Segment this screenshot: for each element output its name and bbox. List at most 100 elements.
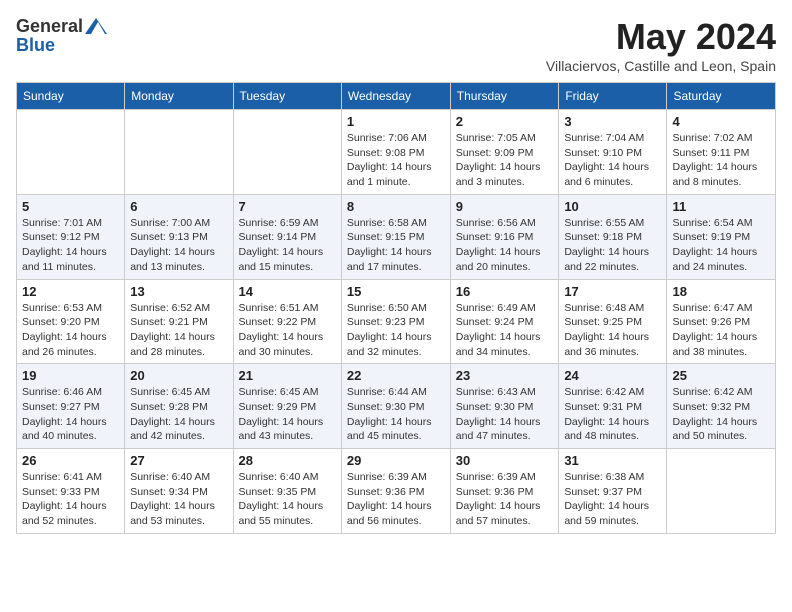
day-number: 19 [22, 368, 119, 383]
weekday-header: Thursday [450, 83, 559, 110]
day-info: Sunrise: 6:40 AMSunset: 9:34 PMDaylight:… [130, 470, 227, 529]
calendar-cell [17, 110, 125, 195]
day-info: Sunrise: 6:51 AMSunset: 9:22 PMDaylight:… [239, 301, 336, 360]
day-number: 31 [564, 453, 661, 468]
day-number: 15 [347, 284, 445, 299]
calendar-cell: 1 Sunrise: 7:06 AMSunset: 9:08 PMDaylight… [341, 110, 450, 195]
calendar-week-row: 5Sunrise: 7:01 AMSunset: 9:12 PMDaylight… [17, 194, 776, 279]
calendar-week-row: 26Sunrise: 6:41 AMSunset: 9:33 PMDayligh… [17, 449, 776, 534]
calendar-cell: 23 Sunrise: 6:43 AMSunset: 9:30 PMDayligh… [450, 364, 559, 449]
calendar-cell: 21 Sunrise: 6:45 AMSunset: 9:29 PMDayligh… [233, 364, 341, 449]
day-info: Sunrise: 6:41 AMSunset: 9:33 PMDaylight:… [22, 470, 119, 529]
day-info: Sunrise: 6:39 AMSunset: 9:36 PMDaylight:… [347, 470, 445, 529]
calendar-cell: 24Sunrise: 6:42 AMSunset: 9:31 PMDayligh… [559, 364, 667, 449]
day-info: Sunrise: 6:48 AMSunset: 9:25 PMDaylight:… [564, 301, 661, 360]
day-info: Sunrise: 6:43 AMSunset: 9:30 PMDaylight:… [456, 385, 554, 444]
weekday-header: Saturday [667, 83, 776, 110]
day-info: Sunrise: 6:56 AMSunset: 9:16 PMDaylight:… [456, 216, 554, 275]
day-number: 4 [672, 114, 770, 129]
day-info: Sunrise: 7:00 AMSunset: 9:13 PMDaylight:… [130, 216, 227, 275]
calendar-cell: 8Sunrise: 6:58 AMSunset: 9:15 PMDaylight… [341, 194, 450, 279]
day-number: 16 [456, 284, 554, 299]
calendar-cell: 7 Sunrise: 6:59 AMSunset: 9:14 PMDaylight… [233, 194, 341, 279]
logo-general-text: General [16, 16, 83, 37]
day-info: Sunrise: 6:42 AMSunset: 9:32 PMDaylight:… [672, 385, 770, 444]
day-number: 11 [672, 199, 770, 214]
calendar-cell: 20Sunrise: 6:45 AMSunset: 9:28 PMDayligh… [125, 364, 233, 449]
calendar-cell [125, 110, 233, 195]
logo: General Blue [16, 16, 107, 56]
day-info: Sunrise: 7:02 AMSunset: 9:11 PMDaylight:… [672, 131, 770, 190]
day-info: Sunrise: 6:45 AMSunset: 9:29 PMDaylight:… [239, 385, 336, 444]
title-block: May 2024 Villaciervos, Castille and Leon… [546, 16, 776, 74]
calendar-cell: 30Sunrise: 6:39 AMSunset: 9:36 PMDayligh… [450, 449, 559, 534]
calendar-cell: 14 Sunrise: 6:51 AMSunset: 9:22 PMDayligh… [233, 279, 341, 364]
day-number: 20 [130, 368, 227, 383]
day-info: Sunrise: 7:06 AMSunset: 9:08 PMDaylight:… [347, 131, 445, 190]
day-info: Sunrise: 6:50 AMSunset: 9:23 PMDaylight:… [347, 301, 445, 360]
day-info: Sunrise: 6:46 AMSunset: 9:27 PMDaylight:… [22, 385, 119, 444]
day-number: 29 [347, 453, 445, 468]
calendar-cell: 10 Sunrise: 6:55 AMSunset: 9:18 PMDayligh… [559, 194, 667, 279]
location-text: Villaciervos, Castille and Leon, Spain [546, 58, 776, 74]
calendar-cell: 12Sunrise: 6:53 AMSunset: 9:20 PMDayligh… [17, 279, 125, 364]
day-number: 6 [130, 199, 227, 214]
day-number: 9 [456, 199, 554, 214]
day-number: 18 [672, 284, 770, 299]
calendar-cell: 5Sunrise: 7:01 AMSunset: 9:12 PMDaylight… [17, 194, 125, 279]
calendar-cell: 2 Sunrise: 7:05 AMSunset: 9:09 PMDaylight… [450, 110, 559, 195]
weekday-header-row: SundayMondayTuesdayWednesdayThursdayFrid… [17, 83, 776, 110]
day-number: 10 [564, 199, 661, 214]
calendar-cell: 31Sunrise: 6:38 AMSunset: 9:37 PMDayligh… [559, 449, 667, 534]
calendar-week-row: 1 Sunrise: 7:06 AMSunset: 9:08 PMDaylight… [17, 110, 776, 195]
calendar-cell: 22 Sunrise: 6:44 AMSunset: 9:30 PMDayligh… [341, 364, 450, 449]
day-info: Sunrise: 6:55 AMSunset: 9:18 PMDaylight:… [564, 216, 661, 275]
calendar-cell: 11 Sunrise: 6:54 AMSunset: 9:19 PMDayligh… [667, 194, 776, 279]
calendar-cell: 25Sunrise: 6:42 AMSunset: 9:32 PMDayligh… [667, 364, 776, 449]
day-number: 30 [456, 453, 554, 468]
day-info: Sunrise: 7:04 AMSunset: 9:10 PMDaylight:… [564, 131, 661, 190]
day-number: 23 [456, 368, 554, 383]
day-info: Sunrise: 6:47 AMSunset: 9:26 PMDaylight:… [672, 301, 770, 360]
calendar-table: SundayMondayTuesdayWednesdayThursdayFrid… [16, 82, 776, 534]
logo-blue-text: Blue [16, 35, 107, 56]
calendar-cell: 4 Sunrise: 7:02 AMSunset: 9:11 PMDaylight… [667, 110, 776, 195]
calendar-cell: 19 Sunrise: 6:46 AMSunset: 9:27 PMDayligh… [17, 364, 125, 449]
day-number: 17 [564, 284, 661, 299]
day-info: Sunrise: 6:44 AMSunset: 9:30 PMDaylight:… [347, 385, 445, 444]
day-number: 21 [239, 368, 336, 383]
day-info: Sunrise: 6:52 AMSunset: 9:21 PMDaylight:… [130, 301, 227, 360]
day-info: Sunrise: 7:05 AMSunset: 9:09 PMDaylight:… [456, 131, 554, 190]
page-header: General Blue May 2024 Villaciervos, Cast… [16, 16, 776, 74]
day-number: 22 [347, 368, 445, 383]
day-number: 3 [564, 114, 661, 129]
weekday-header: Monday [125, 83, 233, 110]
month-title: May 2024 [546, 16, 776, 58]
day-number: 7 [239, 199, 336, 214]
day-number: 1 [347, 114, 445, 129]
day-info: Sunrise: 6:53 AMSunset: 9:20 PMDaylight:… [22, 301, 119, 360]
calendar-week-row: 19 Sunrise: 6:46 AMSunset: 9:27 PMDayligh… [17, 364, 776, 449]
calendar-cell [667, 449, 776, 534]
day-info: Sunrise: 6:49 AMSunset: 9:24 PMDaylight:… [456, 301, 554, 360]
day-number: 13 [130, 284, 227, 299]
day-info: Sunrise: 6:59 AMSunset: 9:14 PMDaylight:… [239, 216, 336, 275]
calendar-cell: 16 Sunrise: 6:49 AMSunset: 9:24 PMDayligh… [450, 279, 559, 364]
calendar-cell: 28Sunrise: 6:40 AMSunset: 9:35 PMDayligh… [233, 449, 341, 534]
day-info: Sunrise: 6:42 AMSunset: 9:31 PMDaylight:… [564, 385, 661, 444]
day-number: 14 [239, 284, 336, 299]
day-number: 2 [456, 114, 554, 129]
calendar-cell: 26Sunrise: 6:41 AMSunset: 9:33 PMDayligh… [17, 449, 125, 534]
day-number: 5 [22, 199, 119, 214]
day-number: 8 [347, 199, 445, 214]
weekday-header: Tuesday [233, 83, 341, 110]
weekday-header: Friday [559, 83, 667, 110]
day-info: Sunrise: 6:54 AMSunset: 9:19 PMDaylight:… [672, 216, 770, 275]
day-number: 28 [239, 453, 336, 468]
calendar-cell [233, 110, 341, 195]
calendar-cell: 6 Sunrise: 7:00 AMSunset: 9:13 PMDaylight… [125, 194, 233, 279]
weekday-header: Sunday [17, 83, 125, 110]
calendar-week-row: 12Sunrise: 6:53 AMSunset: 9:20 PMDayligh… [17, 279, 776, 364]
day-number: 27 [130, 453, 227, 468]
calendar-cell: 29 Sunrise: 6:39 AMSunset: 9:36 PMDayligh… [341, 449, 450, 534]
